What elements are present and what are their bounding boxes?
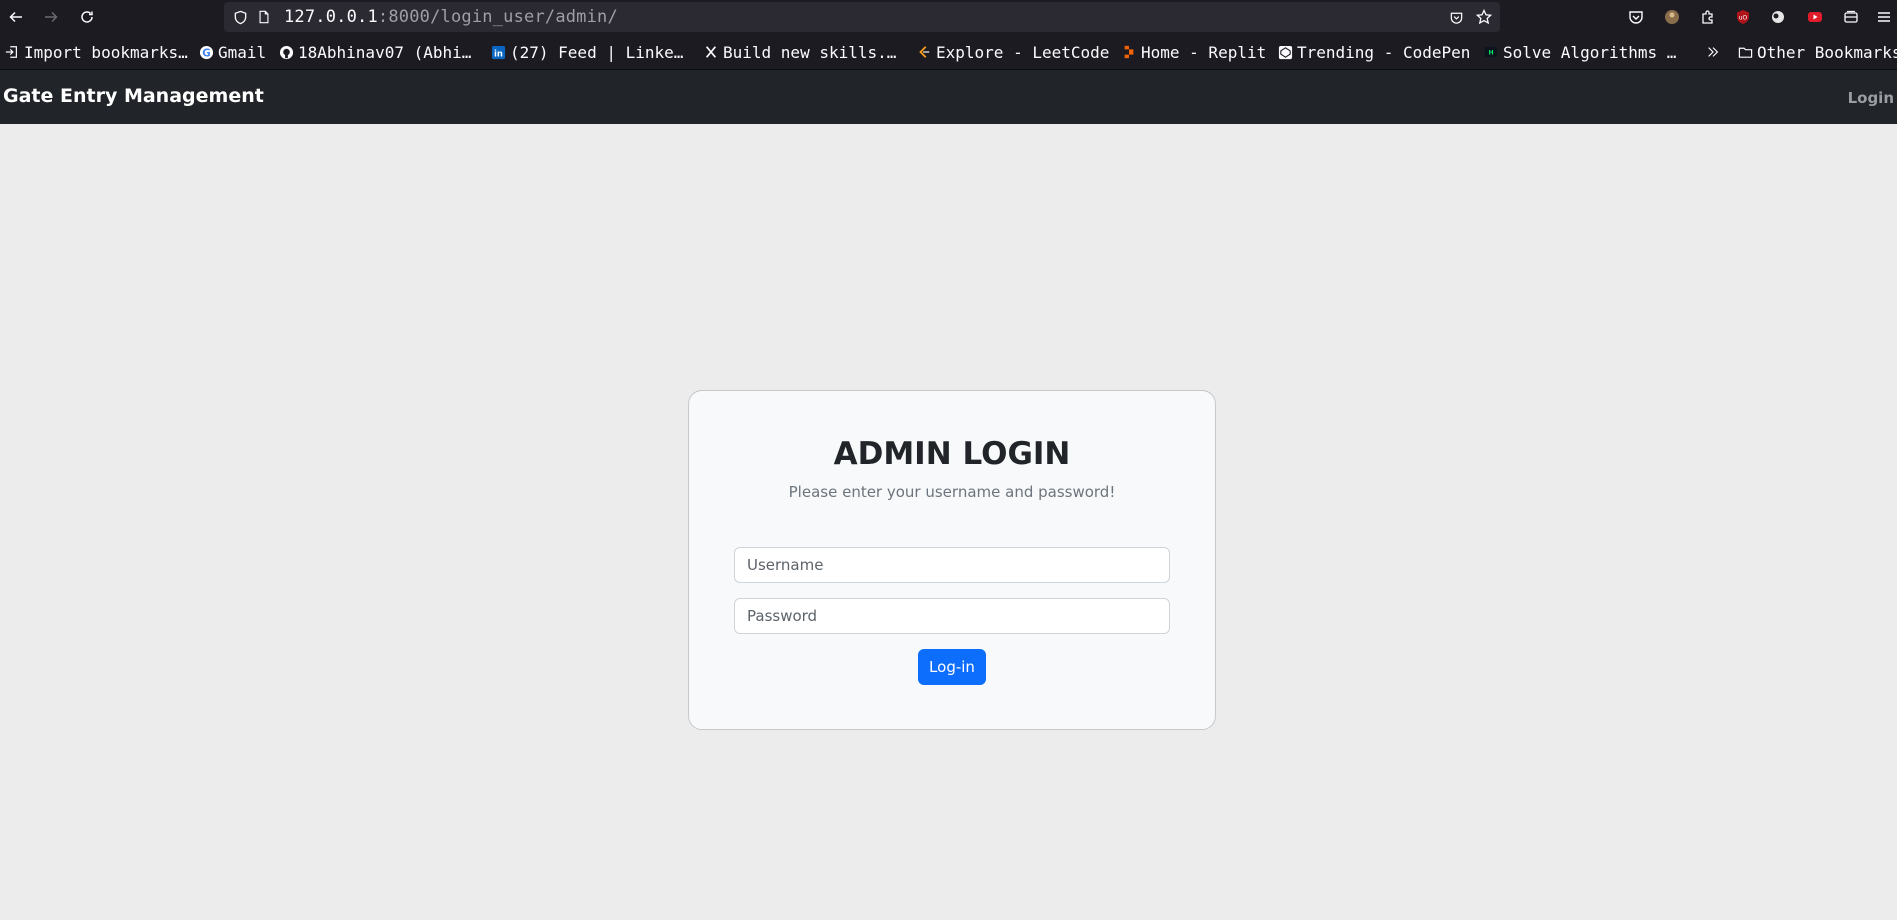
url-host: 127.0.0.1 (284, 7, 378, 27)
reload-icon (81, 11, 93, 23)
replit-icon (1121, 44, 1137, 60)
bookmark-label: Trending - CodePen (1297, 42, 1471, 62)
chevron-double-right-icon (1705, 44, 1721, 60)
bookmark-item[interactable]: G Gmail (198, 42, 266, 62)
browser-toolbar: 127.0.0.1:8000/login_user/admin/ uO (0, 0, 1897, 34)
svg-text:H: H (1488, 50, 1493, 57)
other-bookmarks-folder[interactable]: Other Bookmarks (1737, 42, 1897, 62)
profile-avatar-icon[interactable] (1662, 7, 1682, 27)
hackerrank-icon: H (1483, 44, 1499, 60)
hamburger-menu-icon[interactable] (1874, 7, 1894, 27)
url-path: :8000/login_user/admin/ (377, 7, 618, 27)
pocket-icon[interactable] (1626, 7, 1646, 27)
svg-text:uO: uO (1739, 15, 1748, 22)
bookmark-label: (27) Feed | Linke… (510, 42, 684, 62)
google-icon: G (198, 44, 214, 60)
bookmark-label: Import bookmarks… (24, 42, 188, 62)
bookmark-label: Explore - LeetCode (936, 42, 1110, 62)
bookmark-star-icon[interactable] (1476, 9, 1492, 25)
navbar-brand[interactable]: Gate Entry Management (3, 85, 264, 107)
bookmarks-overflow-button[interactable] (1705, 42, 1725, 62)
login-button[interactable]: Log-in (918, 649, 986, 685)
bookmark-label: Build new skills.… (723, 42, 897, 62)
bookmark-item[interactable]: Explore - LeetCode (916, 42, 1109, 62)
youtube-extension-icon[interactable] (1805, 7, 1825, 27)
linkedin-icon: in (490, 44, 506, 60)
bookmark-label: Gmail (218, 42, 267, 62)
nav-login-link[interactable]: Login (1848, 89, 1894, 107)
bookmark-item[interactable]: H Solve Algorithms … (1483, 42, 1676, 62)
bookmark-item[interactable]: in (27) Feed | Linke… (490, 42, 683, 62)
shield-icon[interactable] (232, 9, 248, 25)
back-arrow-icon (9, 11, 22, 23)
username-input[interactable] (734, 547, 1170, 583)
x-icon (703, 44, 719, 60)
forward-button[interactable] (39, 5, 63, 29)
bookmark-item[interactable]: Trending - CodePen (1277, 42, 1470, 62)
bookmark-label: Solve Algorithms … (1503, 42, 1677, 62)
bookmark-label: 18Abhinav07 (Abhi… (298, 42, 472, 62)
svg-text:in: in (494, 48, 503, 58)
login-title: ADMIN LOGIN (833, 436, 1071, 472)
other-bookmarks-label: Other Bookmarks (1757, 42, 1897, 62)
bookmark-label: Home - Replit (1141, 42, 1267, 62)
extensions-puzzle-icon[interactable] (1698, 7, 1718, 27)
back-button[interactable] (4, 5, 28, 29)
leetcode-icon (916, 44, 932, 60)
bookmark-item[interactable]: Home - Replit (1121, 42, 1266, 62)
page-icon[interactable] (256, 9, 272, 25)
app-navbar: Gate Entry Management Login (0, 70, 1897, 124)
login-subtitle: Please enter your username and password! (788, 483, 1116, 501)
url-text[interactable]: 127.0.0.1:8000/login_user/admin/ (284, 7, 618, 27)
bookmarks-toolbar: Import bookmarks… G Gmail 18Abhinav07 (A… (0, 34, 1897, 70)
forward-arrow-icon (45, 11, 58, 23)
reload-button[interactable] (75, 5, 99, 29)
github-icon (278, 44, 294, 60)
codepen-icon (1277, 44, 1293, 60)
folder-icon (1737, 44, 1753, 60)
bookmark-item[interactable]: Import bookmarks… (4, 42, 188, 62)
bookmark-item[interactable]: 18Abhinav07 (Abhi… (278, 42, 471, 62)
import-icon (4, 44, 20, 60)
bookmark-item[interactable]: Build new skills.… (703, 42, 896, 62)
login-card: ADMIN LOGIN Please enter your username a… (688, 390, 1216, 730)
save-to-pocket-page-icon[interactable] (1448, 9, 1464, 25)
library-icon[interactable] (1841, 7, 1861, 27)
svg-text:G: G (202, 47, 210, 59)
ublock-icon[interactable]: uO (1733, 7, 1753, 27)
password-input[interactable] (734, 598, 1170, 634)
address-bar[interactable]: 127.0.0.1:8000/login_user/admin/ (224, 2, 1500, 32)
extension-globe-icon[interactable] (1768, 7, 1788, 27)
